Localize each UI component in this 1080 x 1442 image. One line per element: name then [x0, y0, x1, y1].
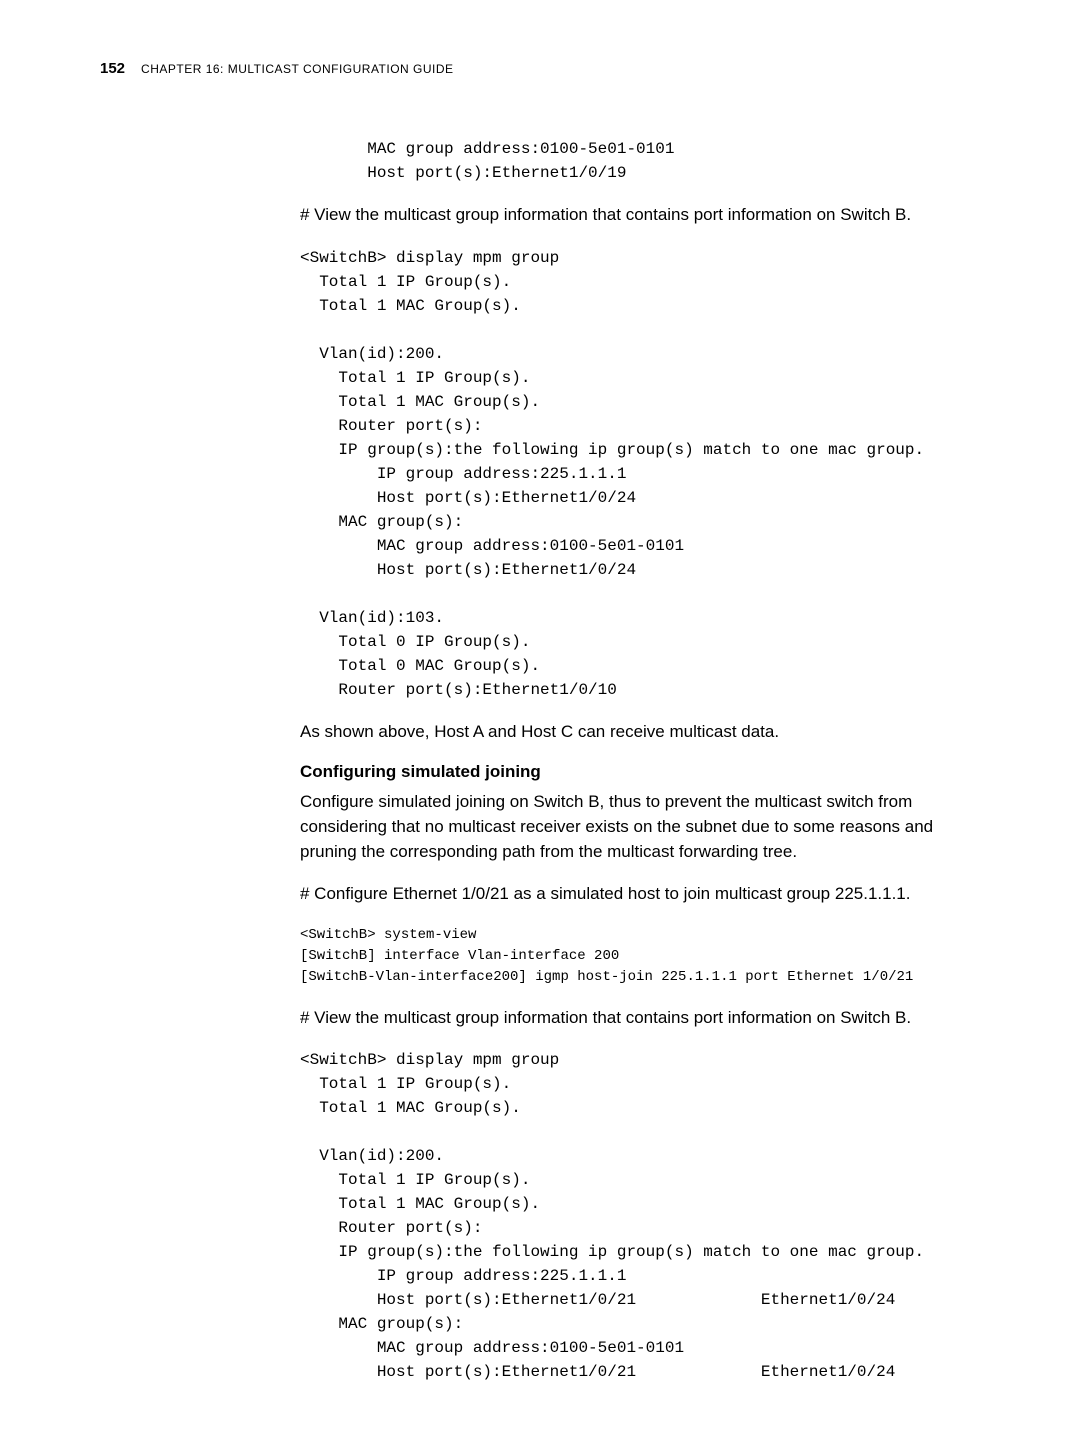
- page-number: 152: [100, 60, 125, 77]
- code-block-display-mpm-1: <SwitchB> display mpm group Total 1 IP G…: [300, 246, 940, 702]
- code-block-display-mpm-2: <SwitchB> display mpm group Total 1 IP G…: [300, 1048, 940, 1384]
- paragraph-configure-intro: Configure simulated joining on Switch B,…: [300, 790, 940, 864]
- paragraph-view-group-b-2: # View the multicast group information t…: [300, 1006, 940, 1031]
- paragraph-configure-step: # Configure Ethernet 1/0/21 as a simulat…: [300, 882, 940, 907]
- paragraph-view-group-b-1: # View the multicast group information t…: [300, 203, 940, 228]
- code-block-system-view: <SwitchB> system-view [SwitchB] interfac…: [300, 925, 940, 988]
- page-container: 152 CHAPTER 16: MULTICAST CONFIGURATION …: [0, 0, 1080, 1442]
- paragraph-summary: As shown above, Host A and Host C can re…: [300, 720, 940, 745]
- section-heading-simulated-joining: Configuring simulated joining: [300, 762, 940, 782]
- page-header: 152 CHAPTER 16: MULTICAST CONFIGURATION …: [100, 60, 980, 77]
- content-area: MAC group address:0100-5e01-0101 Host po…: [300, 137, 940, 1384]
- chapter-title: CHAPTER 16: MULTICAST CONFIGURATION GUID…: [141, 62, 454, 76]
- code-block-mac-group: MAC group address:0100-5e01-0101 Host po…: [300, 137, 940, 185]
